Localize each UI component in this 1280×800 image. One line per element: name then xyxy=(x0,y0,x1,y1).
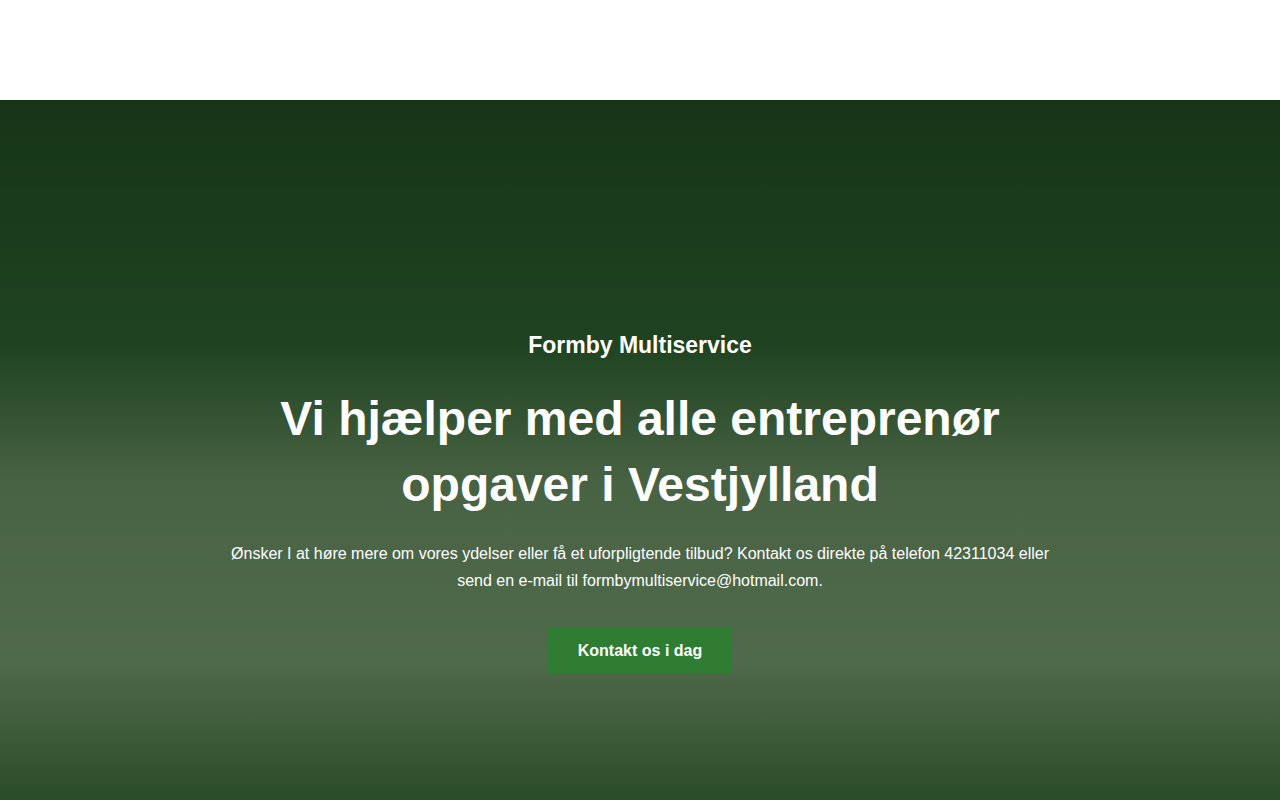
hero-content: Formby Multiservice Vi hjælper med alle e… xyxy=(0,100,1280,673)
site-header xyxy=(0,0,1280,100)
hero-description: Ønsker I at høre mere om vores ydelser e… xyxy=(230,540,1050,594)
hero-eyebrow: Formby Multiservice xyxy=(528,330,752,360)
hero-title: Vi hjælper med alle entreprenør opgaver … xyxy=(260,386,1020,518)
hero-overlay xyxy=(0,100,1280,800)
contact-button[interactable]: Kontakt os i dag xyxy=(548,628,732,673)
hero-section: Formby Multiservice Vi hjælper med alle e… xyxy=(0,100,1280,800)
page: Formby Multiservice Vi hjælper med alle e… xyxy=(0,0,1280,800)
